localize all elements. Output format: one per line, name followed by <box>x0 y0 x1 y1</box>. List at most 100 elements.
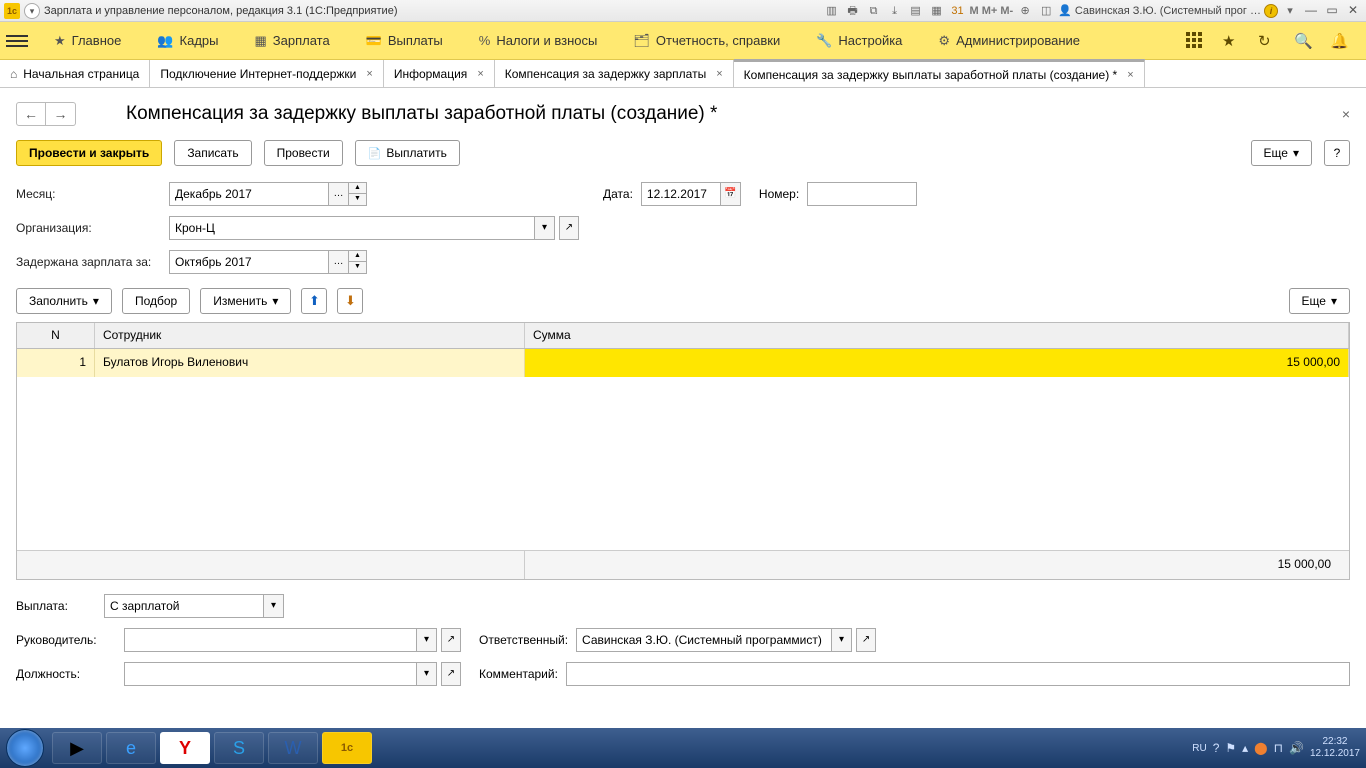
close-button[interactable]: ✕ <box>1344 4 1362 18</box>
post-and-close-button[interactable]: Провести и закрыть <box>16 140 162 166</box>
panel-icon[interactable]: ◫ <box>1037 2 1055 20</box>
compare-icon[interactable]: ▤ <box>907 2 925 20</box>
tray-clock[interactable]: 22:32 12.12.2017 <box>1310 736 1360 760</box>
pick-button[interactable]: Подбор <box>122 288 190 314</box>
tray-flag-icon[interactable]: ⚑ <box>1225 741 1236 755</box>
delayed-up-icon[interactable]: ▲ <box>349 250 367 262</box>
cell-sum[interactable]: 15 000,00 <box>525 349 1349 377</box>
mem-m[interactable]: M <box>970 5 979 17</box>
tray-chevron-icon[interactable]: ▴ <box>1242 741 1248 755</box>
calc-icon[interactable]: ▦ <box>928 2 946 20</box>
manager-drop-icon[interactable]: ▾ <box>417 628 437 652</box>
month-up-icon[interactable]: ▲ <box>349 182 367 194</box>
mem-mplus[interactable]: M+ <box>982 5 998 17</box>
col-sum-header[interactable]: Сумма <box>525 323 1349 348</box>
pay-button[interactable]: 📄Выплатить <box>355 140 460 166</box>
tray-volume-icon[interactable]: 🔊 <box>1289 741 1304 755</box>
responsible-drop-icon[interactable]: ▾ <box>832 628 852 652</box>
table-empty-area[interactable] <box>17 377 1349 551</box>
tray-device-icon[interactable]: ⬤ <box>1254 741 1267 755</box>
print-preview-icon[interactable]: ▥ <box>823 2 841 20</box>
maximize-button[interactable]: ▭ <box>1323 4 1341 18</box>
history-icon[interactable]: ↻ <box>1258 32 1276 50</box>
col-employee-header[interactable]: Сотрудник <box>95 323 525 348</box>
calendar-icon[interactable]: 31 <box>949 2 967 20</box>
col-n-header[interactable]: N <box>17 323 95 348</box>
menu-settings[interactable]: 🔧Настройка <box>798 22 920 59</box>
help-button[interactable]: ? <box>1324 140 1350 166</box>
responsible-field[interactable] <box>576 628 832 652</box>
save-button[interactable]: Записать <box>174 140 251 166</box>
page-close-icon[interactable]: × <box>1342 106 1350 122</box>
org-field[interactable] <box>169 216 535 240</box>
post-button[interactable]: Провести <box>264 140 343 166</box>
bell-icon[interactable]: 🔔 <box>1330 32 1348 50</box>
start-button[interactable] <box>6 729 44 767</box>
table-row[interactable]: 1 Булатов Игорь Виленович 15 000,00 <box>17 349 1349 377</box>
payout-drop-icon[interactable]: ▾ <box>264 594 284 618</box>
mem-mminus[interactable]: M- <box>1000 5 1013 17</box>
manager-field[interactable] <box>124 628 417 652</box>
more-button[interactable]: Еще ▾ <box>1251 140 1312 166</box>
menu-personnel[interactable]: 👥Кадры <box>139 22 236 59</box>
number-field[interactable] <box>807 182 917 206</box>
nav-forward-button[interactable]: → <box>46 102 76 126</box>
menu-main[interactable]: ★Главное <box>36 22 139 59</box>
table-more-button[interactable]: Еще ▾ <box>1289 288 1350 314</box>
month-field[interactable] <box>169 182 329 206</box>
info-icon[interactable]: i <box>1264 4 1278 18</box>
save-icon[interactable]: ⤓ <box>886 2 904 20</box>
nav-back-button[interactable]: ← <box>16 102 46 126</box>
taskbar-ie[interactable]: e <box>106 732 156 764</box>
tab-information[interactable]: Информация× <box>384 60 495 87</box>
delayed-field[interactable] <box>169 250 329 274</box>
move-down-button[interactable]: ⬇ <box>337 288 363 314</box>
taskbar-mediaplayer[interactable]: ▶ <box>52 732 102 764</box>
close-icon[interactable]: × <box>716 68 722 80</box>
taskbar-skype[interactable]: S <box>214 732 264 764</box>
menu-salary[interactable]: ▦Зарплата <box>236 22 347 59</box>
taskbar-1c[interactable]: 1c <box>322 732 372 764</box>
position-drop-icon[interactable]: ▾ <box>417 662 437 686</box>
zoom-icon[interactable]: ⊕ <box>1016 2 1034 20</box>
taskbar-word[interactable]: W <box>268 732 318 764</box>
tray-help-icon[interactable]: ? <box>1213 741 1220 755</box>
month-ellipsis-icon[interactable]: … <box>329 182 349 206</box>
apps-grid-icon[interactable] <box>1186 32 1204 50</box>
position-field[interactable] <box>124 662 417 686</box>
delayed-down-icon[interactable]: ▼ <box>349 262 367 274</box>
edit-button[interactable]: Изменить ▾ <box>200 288 291 314</box>
app-menu-drop-icon[interactable]: ▾ <box>24 3 40 19</box>
date-calendar-icon[interactable]: 📅 <box>721 182 741 206</box>
minimize-button[interactable]: — <box>1302 4 1320 18</box>
current-user[interactable]: 👤 Савинская З.Ю. (Системный прог … <box>1058 4 1261 17</box>
position-open-icon[interactable]: ↗ <box>441 662 461 686</box>
menu-reports[interactable]: 🗂Отчетность, справки <box>615 22 798 59</box>
responsible-open-icon[interactable]: ↗ <box>856 628 876 652</box>
manager-open-icon[interactable]: ↗ <box>441 628 461 652</box>
menu-taxes[interactable]: %Налоги и взносы <box>461 22 616 59</box>
tab-internet-support[interactable]: Подключение Интернет-поддержки× <box>150 60 383 87</box>
close-icon[interactable]: × <box>1127 69 1133 81</box>
tray-lang[interactable]: RU <box>1192 743 1206 754</box>
month-down-icon[interactable]: ▼ <box>349 194 367 206</box>
print-icon[interactable]: 🖶 <box>844 2 862 20</box>
tab-home[interactable]: ⌂Начальная страница <box>0 60 150 87</box>
close-icon[interactable]: × <box>477 68 483 80</box>
date-field[interactable] <box>641 182 721 206</box>
tab-compensation-delay[interactable]: Компенсация за задержку зарплаты× <box>495 60 734 87</box>
org-open-icon[interactable]: ↗ <box>559 216 579 240</box>
search-icon[interactable]: 🔍 <box>1294 32 1312 50</box>
copy-icon[interactable]: ⧉ <box>865 2 883 20</box>
menu-payments[interactable]: 💳Выплаты <box>348 22 461 59</box>
menu-admin[interactable]: ⚙Администрирование <box>920 22 1098 59</box>
payout-field[interactable] <box>104 594 264 618</box>
favorite-icon[interactable]: ★ <box>1222 32 1240 50</box>
move-up-button[interactable]: ⬆ <box>301 288 327 314</box>
org-drop-icon[interactable]: ▾ <box>535 216 555 240</box>
fill-button[interactable]: Заполнить ▾ <box>16 288 112 314</box>
tab-compensation-create[interactable]: Компенсация за задержку выплаты заработн… <box>734 59 1145 87</box>
tray-network-icon[interactable]: ⊓ <box>1274 741 1283 755</box>
taskbar-yandex[interactable]: Y <box>160 732 210 764</box>
delayed-ellipsis-icon[interactable]: … <box>329 250 349 274</box>
